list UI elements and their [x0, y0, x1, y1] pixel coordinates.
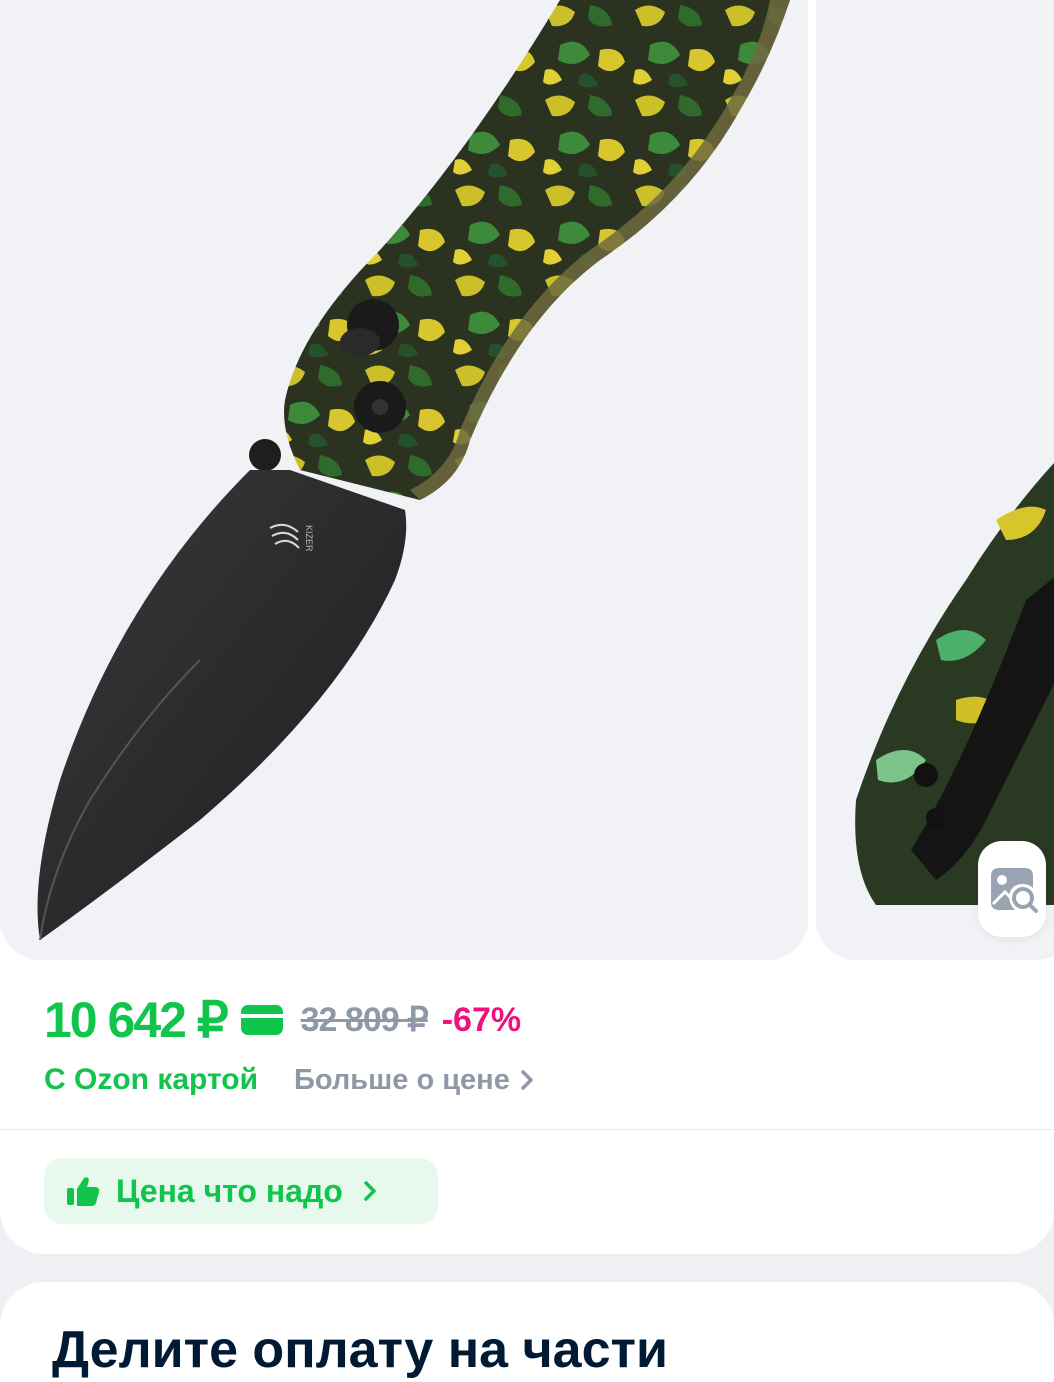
knife-image: KIZER [37, 0, 790, 941]
visual-search-icon [991, 868, 1038, 913]
ozon-card-label: С Ozon картой [44, 1063, 259, 1096]
chevron-right-icon [521, 1070, 533, 1090]
product-photo-main[interactable]: KIZER [0, 0, 808, 960]
more-about-price-link[interactable]: Больше о цене [294, 1064, 534, 1097]
old-price: 32 809 ₽ [300, 1001, 429, 1039]
price-sub-row: С Ozon картой Больше о цене [44, 1058, 534, 1102]
divider [0, 1129, 1054, 1130]
product-photo-next[interactable] [816, 0, 1054, 960]
bank-card-icon [240, 1005, 283, 1035]
good-price-badge[interactable]: Цена что надо [44, 1158, 438, 1224]
visual-search-button[interactable] [978, 841, 1046, 937]
product-header-card: KIZER 10 642 ₽ 32 809 ₽ -67% С Ozon карт… [0, 0, 1054, 1254]
chevron-right-icon [364, 1181, 376, 1201]
installments-title: Делите оплату на части [52, 1321, 668, 1379]
thumbs-up-icon [67, 1177, 100, 1206]
good-price-label: Цена что надо [116, 1172, 343, 1209]
brand-mark: KIZER [304, 525, 314, 552]
knife-image-2 [855, 463, 1054, 905]
installments-card[interactable]: Делите оплату на части [0, 1282, 1054, 1382]
product-gallery[interactable]: KIZER [0, 0, 1054, 960]
price-row[interactable]: 10 642 ₽ 32 809 ₽ -67% [44, 988, 521, 1052]
ozon-card-price: 10 642 ₽ [44, 992, 229, 1048]
discount-badge: -67% [441, 1000, 522, 1039]
more-about-price-label: Больше о цене [294, 1063, 510, 1096]
